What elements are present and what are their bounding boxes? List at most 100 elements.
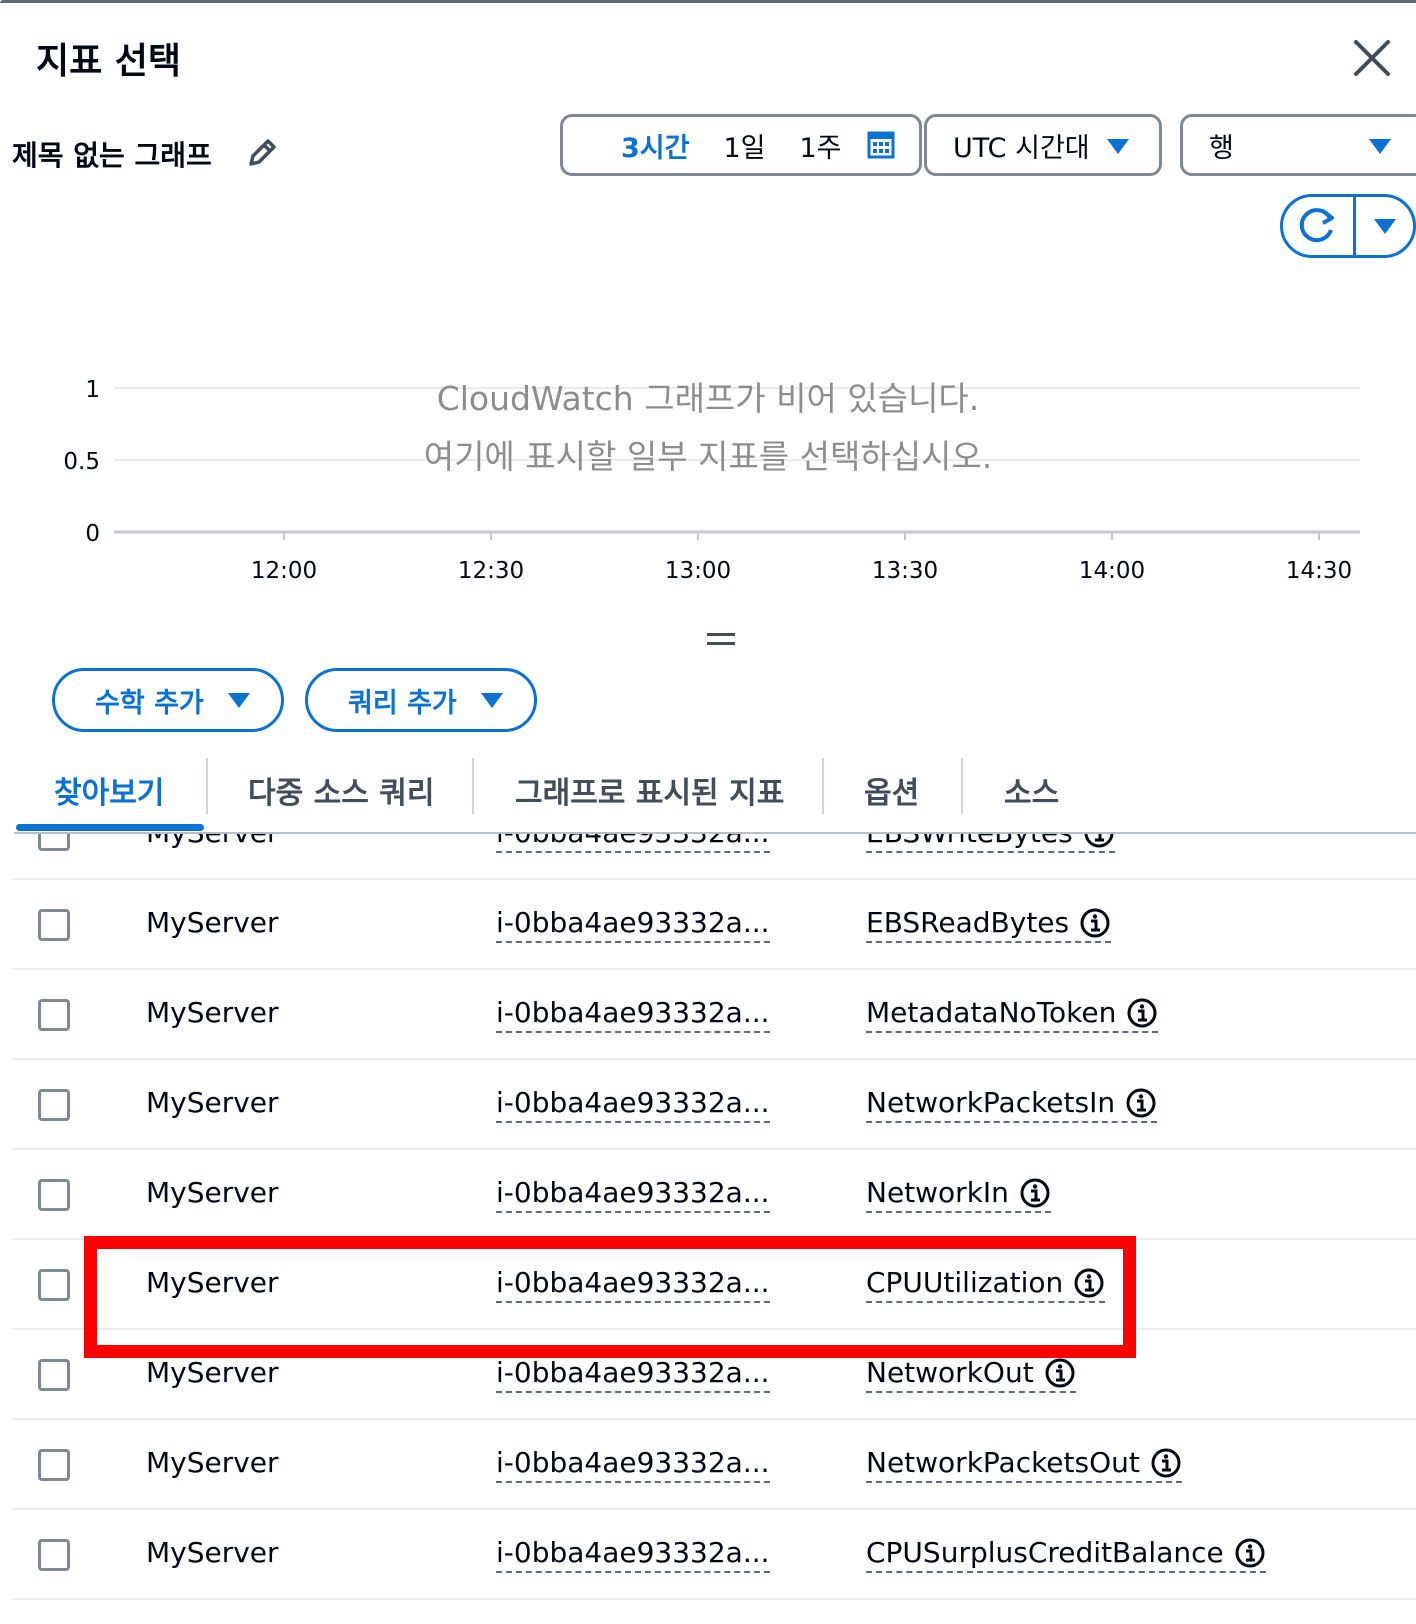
time-range-1d[interactable]: 1일 <box>723 126 765 165</box>
row-checkbox[interactable] <box>38 999 70 1031</box>
graph-title: 제목 없는 그래프 <box>12 139 212 172</box>
metric-name: EBSReadBytes <box>866 906 1070 939</box>
cell-instance-id[interactable]: i-0bba4ae93332a... <box>496 996 770 1033</box>
chevron-down-icon <box>1107 139 1129 154</box>
cell-metric-name: CPUUtilization <box>866 1266 1106 1303</box>
empty-chart-title: CloudWatch 그래프가 비어 있습니다. <box>436 379 980 418</box>
tab-divider <box>206 758 208 814</box>
metric-name: EBSWriteBytes <box>866 834 1073 849</box>
cell-instance-id[interactable]: i-0bba4ae93332a... <box>496 1536 770 1573</box>
cell-instance-name: MyServer <box>146 1086 279 1119</box>
time-range-3h[interactable]: 3시간 <box>621 126 689 165</box>
table-row: MyServer i-0bba4ae93332a... EBSReadBytes <box>12 880 1416 970</box>
chevron-down-icon <box>480 692 503 708</box>
metric-name: CPUSurplusCreditBalance <box>866 1536 1224 1569</box>
table-row: MyServer i-0bba4ae93332a... CPUUtilizati… <box>12 1240 1416 1330</box>
cell-instance-name: MyServer <box>146 996 279 1029</box>
metric-name: MetadataNoToken <box>866 996 1117 1029</box>
info-icon[interactable] <box>1019 1177 1051 1209</box>
cell-metric-name: NetworkOut <box>866 1356 1076 1393</box>
refresh-interval-dropdown[interactable] <box>1356 197 1416 255</box>
tab-divider <box>822 758 824 814</box>
table-row: MyServer i-0bba4ae93332a... EBSWriteByte… <box>12 834 1416 880</box>
chevron-down-icon <box>1374 219 1396 234</box>
row-checkbox[interactable] <box>38 1539 70 1571</box>
row-checkbox[interactable] <box>38 909 70 941</box>
row-checkbox[interactable] <box>38 1089 70 1121</box>
x-tick-label: 14:00 <box>1079 558 1145 584</box>
info-icon[interactable] <box>1079 907 1111 939</box>
tab-source[interactable]: 소스 <box>1004 768 1059 812</box>
tab-browse[interactable]: 찾아보기 <box>54 768 164 812</box>
tab-bar: 찾아보기 다중 소스 쿼리 그래프로 표시된 지표 옵션 소스 <box>0 754 1416 834</box>
x-tick-label: 12:30 <box>458 558 524 584</box>
tab-options[interactable]: 옵션 <box>864 768 919 812</box>
row-checkbox[interactable] <box>38 1449 70 1481</box>
timezone-select[interactable]: UTC 시간대 <box>924 114 1162 176</box>
add-query-label: 쿼리 추가 <box>348 687 457 719</box>
metrics-table: MyServer i-0bba4ae93332a... EBSWriteByte… <box>0 834 1416 1624</box>
window-frame <box>0 0 1416 3</box>
info-icon[interactable] <box>1044 1357 1076 1389</box>
pencil-icon[interactable] <box>245 136 279 170</box>
x-tick-label: 13:00 <box>665 558 731 584</box>
cell-instance-name: MyServer <box>146 1446 279 1479</box>
x-tick-label: 13:30 <box>872 558 938 584</box>
metric-name: CPUUtilization <box>866 1266 1064 1299</box>
tab-divider <box>472 758 474 814</box>
table-row: MyServer i-0bba4ae93332a... CPUSurplusCr… <box>12 1510 1416 1600</box>
cell-metric-name: EBSWriteBytes <box>866 834 1115 853</box>
table-row: MyServer i-0bba4ae93332a... NetworkPacke… <box>12 1060 1416 1150</box>
info-icon[interactable] <box>1234 1537 1266 1569</box>
time-range-1w[interactable]: 1주 <box>800 126 842 165</box>
table-row: MyServer i-0bba4ae93332a... NetworkOut <box>12 1330 1416 1420</box>
refresh-icon[interactable] <box>1283 197 1353 255</box>
chevron-down-icon <box>227 692 250 708</box>
empty-chart-hint: 여기에 표시할 일부 지표를 선택하십시오. <box>423 437 993 476</box>
cell-instance-id[interactable]: i-0bba4ae93332a... <box>496 1266 770 1303</box>
refresh-control <box>1280 194 1416 258</box>
metric-name: NetworkOut <box>866 1356 1034 1389</box>
row-checkbox[interactable] <box>38 834 70 851</box>
add-math-button[interactable]: 수학 추가 <box>52 668 284 732</box>
info-icon[interactable] <box>1083 834 1115 849</box>
time-range-selector: 3시간 1일 1주 <box>560 114 922 176</box>
add-math-label: 수학 추가 <box>95 687 204 719</box>
info-icon[interactable] <box>1125 1087 1157 1119</box>
info-icon[interactable] <box>1126 997 1158 1029</box>
cell-metric-name: EBSReadBytes <box>866 906 1112 943</box>
cell-instance-id[interactable]: i-0bba4ae93332a... <box>496 906 770 943</box>
cell-instance-name: MyServer <box>146 834 279 849</box>
add-query-button[interactable]: 쿼리 추가 <box>305 668 537 732</box>
calendar-icon[interactable] <box>867 131 895 159</box>
cell-metric-name: NetworkPacketsOut <box>866 1446 1182 1483</box>
metric-name: NetworkIn <box>866 1176 1009 1209</box>
info-icon[interactable] <box>1073 1267 1105 1299</box>
cell-instance-id[interactable]: i-0bba4ae93332a... <box>496 1446 770 1483</box>
cell-instance-id[interactable]: i-0bba4ae93332a... <box>496 1086 770 1123</box>
drag-handle-icon[interactable] <box>707 633 735 651</box>
cell-instance-id[interactable]: i-0bba4ae93332a... <box>496 1356 770 1393</box>
row-checkbox[interactable] <box>38 1179 70 1211</box>
active-tab-indicator <box>16 824 204 831</box>
cell-instance-id[interactable]: i-0bba4ae93332a... <box>496 834 770 853</box>
cell-instance-id[interactable]: i-0bba4ae93332a... <box>496 1176 770 1213</box>
row-checkbox[interactable] <box>38 1359 70 1391</box>
metric-name: NetworkPacketsIn <box>866 1086 1116 1119</box>
graph-type-value: 행 <box>1209 132 1234 164</box>
cell-instance-name: MyServer <box>146 906 279 939</box>
graph-type-select[interactable]: 행 <box>1180 114 1416 176</box>
tab-graphed-metrics[interactable]: 그래프로 표시된 지표 <box>515 768 784 812</box>
cell-metric-name: MetadataNoToken <box>866 996 1159 1033</box>
close-icon[interactable] <box>1350 36 1394 80</box>
tab-multi-source-query[interactable]: 다중 소스 쿼리 <box>248 768 435 812</box>
cell-instance-name: MyServer <box>146 1536 279 1569</box>
cell-instance-name: MyServer <box>146 1356 279 1389</box>
row-checkbox[interactable] <box>38 1269 70 1301</box>
cell-instance-name: MyServer <box>146 1176 279 1209</box>
timezone-value: UTC 시간대 <box>953 132 1090 164</box>
info-icon[interactable] <box>1150 1447 1182 1479</box>
table-row: MyServer i-0bba4ae93332a... NetworkIn <box>12 1150 1416 1240</box>
cell-metric-name: NetworkIn <box>866 1176 1051 1213</box>
cell-instance-name: MyServer <box>146 1266 279 1299</box>
